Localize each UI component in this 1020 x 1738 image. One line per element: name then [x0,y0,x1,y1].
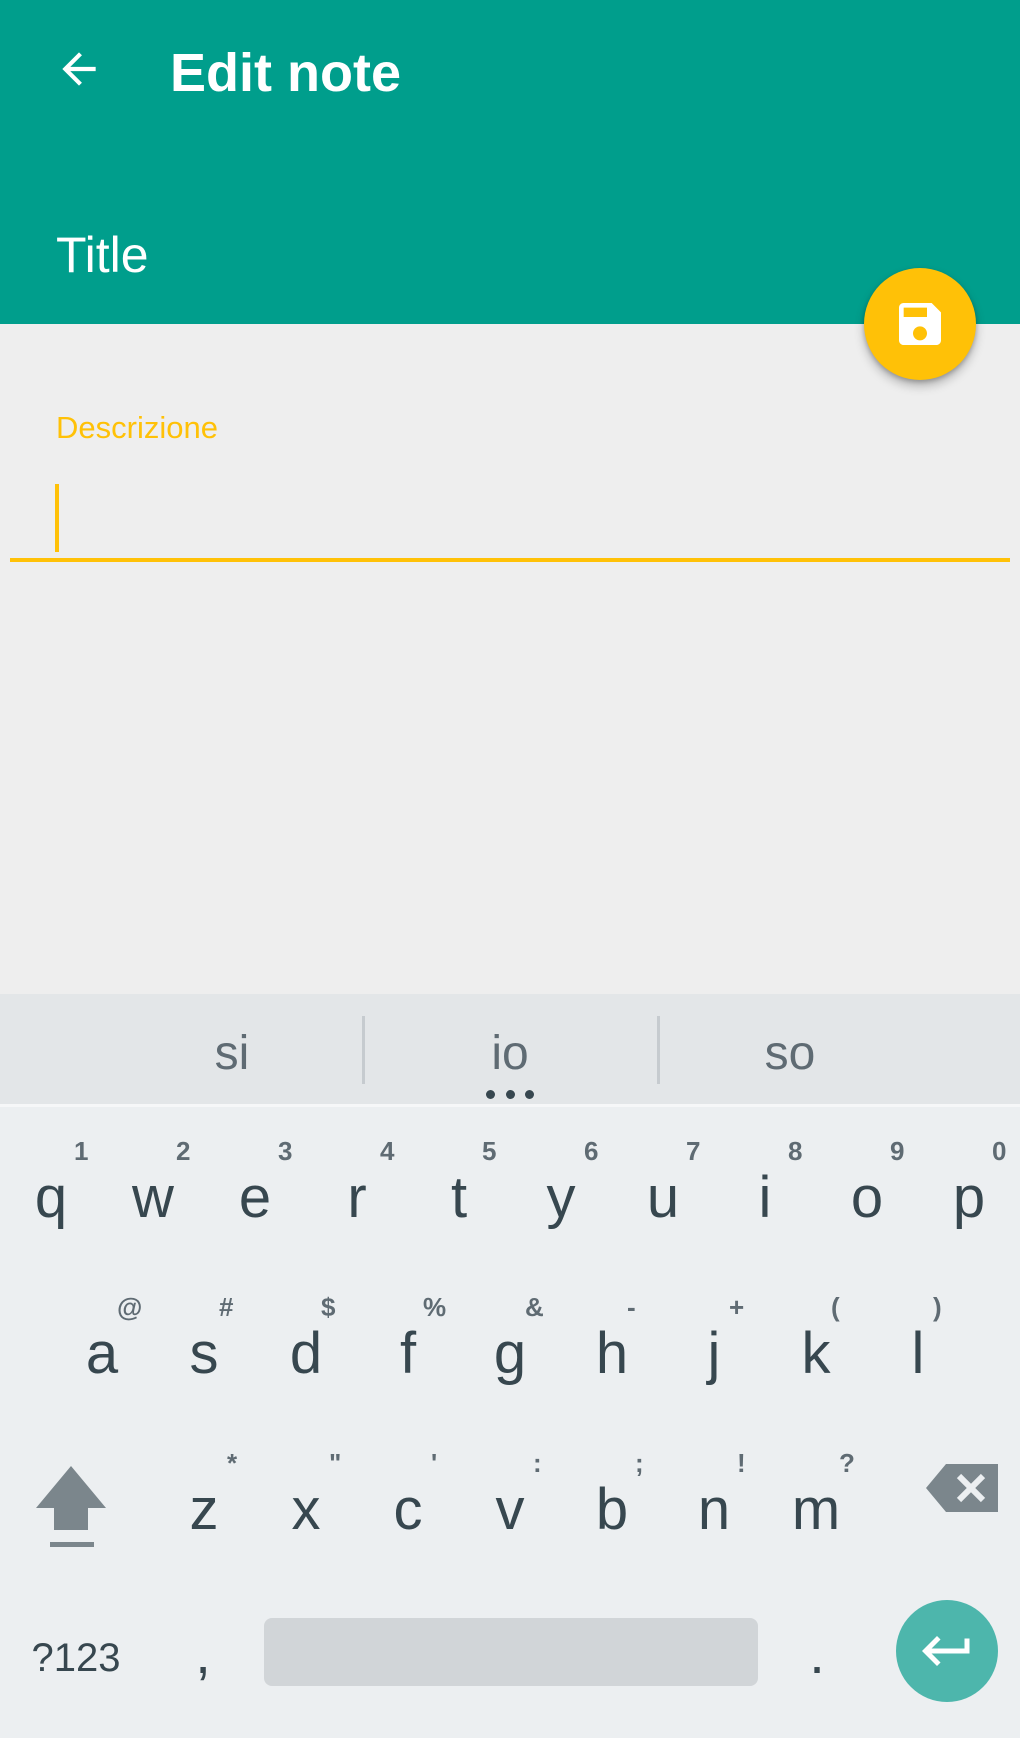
key-label: y [546,1165,576,1230]
key-label: l [911,1321,925,1386]
backspace-key[interactable] [908,1434,1020,1574]
description-label: Descrizione [56,410,218,445]
period-key[interactable]: . [774,1604,860,1704]
save-floppy-icon [899,303,941,345]
key-p[interactable]: 0p [918,1122,1020,1262]
soft-keyboard: si io so 1q2w3e4r5t6y7u8i9o0p @ a # s $ d% f & g… [0,994,1020,1738]
key-label: i [758,1165,772,1230]
key-label: k [801,1321,831,1386]
key-c[interactable]: ' c [357,1434,459,1574]
key-label: m [791,1477,841,1542]
key-label: h [595,1321,629,1386]
key-j[interactable]: + j [663,1278,765,1418]
suggestion-divider [362,1016,365,1084]
key-n[interactable]: ! n [663,1434,765,1574]
suggestion-center[interactable]: io [372,994,648,1104]
key-m[interactable]: ? m [765,1434,867,1574]
key-g[interactable]: & g [459,1278,561,1418]
suggestion-right[interactable]: so [650,994,930,1104]
comma-key[interactable]: , [160,1604,246,1704]
save-button[interactable] [864,268,976,380]
page-title: Edit note [170,43,401,103]
key-e[interactable]: 3e [204,1122,306,1262]
app-bar: Edit note Title [0,0,1020,324]
key-label: f [399,1321,417,1386]
key-t[interactable]: 5t [408,1122,510,1262]
key-k[interactable]: (k [765,1278,867,1418]
key-y[interactable]: 6y [510,1122,612,1262]
symbols-key[interactable]: ?123 [16,1618,136,1698]
key-r[interactable]: 4r [306,1122,408,1262]
suggestion-strip: si io so [0,994,1020,1107]
key-i[interactable]: 8i [714,1122,816,1262]
key-label: r [347,1165,367,1230]
key-v[interactable]: :v [459,1434,561,1574]
key-label: x [291,1477,321,1542]
key-w[interactable]: 2w [102,1122,204,1262]
key-label: n [697,1477,731,1542]
key-o[interactable]: 9o [816,1122,918,1262]
arrow-back-icon [62,52,96,86]
description-input[interactable] [10,470,1010,562]
note-title[interactable]: Title [56,220,149,290]
key-q[interactable]: 1q [0,1122,102,1262]
shift-arrow-icon [36,1466,106,1547]
backspace-icon [926,1464,998,1512]
key-label: w [132,1165,174,1230]
key-label: q [34,1165,68,1230]
enter-return-icon [922,1636,970,1666]
suggestion-left[interactable]: si [92,994,372,1104]
key-label: d [289,1321,323,1386]
back-button[interactable] [36,26,122,112]
more-suggestions-icon[interactable] [486,1090,534,1100]
key-label: e [238,1165,272,1230]
key-label: b [595,1477,629,1542]
key-b[interactable]: ; b [561,1434,663,1574]
text-cursor [55,484,59,552]
key-d[interactable]: $ d [255,1278,357,1418]
key-h[interactable]: -h [561,1278,663,1418]
enter-key[interactable] [896,1600,998,1702]
space-bar[interactable] [264,1618,758,1686]
key-label: a [85,1321,119,1386]
key-label: p [952,1165,986,1230]
key-label: o [850,1165,884,1230]
key-label: t [450,1165,468,1230]
key-label: j [707,1321,721,1386]
key-s[interactable]: # s [153,1278,255,1418]
key-f[interactable]: % f [357,1278,459,1418]
key-z[interactable]: * z [153,1434,255,1574]
key-label: s [189,1321,219,1386]
key-l[interactable]: ) l [867,1278,969,1418]
key-label: c [393,1477,423,1542]
key-a[interactable]: @ a [51,1278,153,1418]
key-label: g [493,1321,527,1386]
key-x[interactable]: " x [255,1434,357,1574]
key-label: z [189,1477,219,1542]
key-label: v [495,1477,525,1542]
key-u[interactable]: 7u [612,1122,714,1262]
shift-key[interactable] [20,1434,130,1574]
key-label: u [646,1165,680,1230]
